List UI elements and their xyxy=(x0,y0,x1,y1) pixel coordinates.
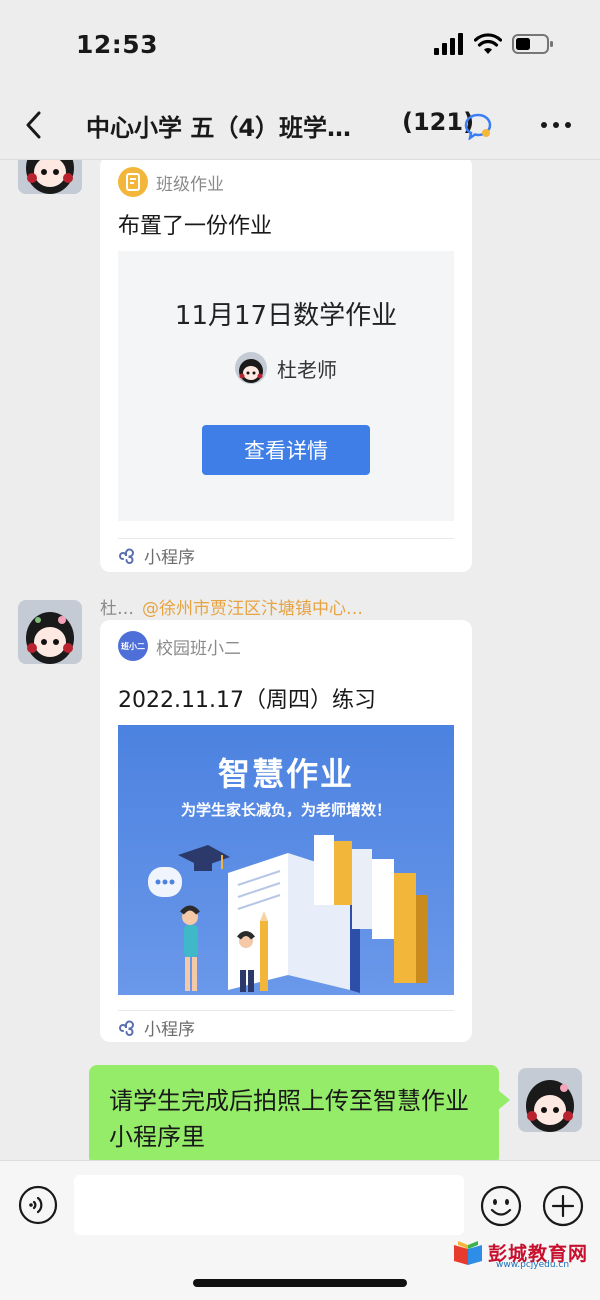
view-details-button[interactable]: 查看详情 xyxy=(202,425,370,475)
watermark-url: www.pcjyedu.cn xyxy=(496,1260,570,1270)
book-logo-icon xyxy=(454,1241,482,1265)
chat-title[interactable]: 中心小学 五（4）班学… xyxy=(86,108,376,143)
voice-icon[interactable] xyxy=(18,1185,58,1225)
teacher-avatar xyxy=(235,352,267,384)
promo-title: 智慧作业 xyxy=(217,755,354,793)
mini-program-label: 小程序 xyxy=(144,1019,195,1040)
homework-title: 11月17日数学作业 xyxy=(174,301,398,331)
card-header: 班级作业 xyxy=(118,166,224,198)
avatar-illustration xyxy=(18,160,82,194)
card-divider xyxy=(118,1010,454,1011)
homework-card[interactable]: 班级作业 布置了一份作业 11月17日数学作业 杜老师 查看详情 小程序 xyxy=(100,160,472,572)
avatar-illustration xyxy=(518,1068,582,1132)
my-message-bubble[interactable]: 请学生完成后拍照上传至智慧作业小程序里 xyxy=(89,1065,499,1160)
chat-area[interactable]: 班级作业 布置了一份作业 11月17日数学作业 杜老师 查看详情 小程序 杜… … xyxy=(0,160,600,1160)
my-message-text: 请学生完成后拍照上传至智慧作业小程序里 xyxy=(109,1087,469,1151)
home-indicator xyxy=(193,1279,407,1287)
card-footer: 小程序 xyxy=(118,540,195,570)
more-dots-icon[interactable] xyxy=(538,110,574,140)
sender-line: 杜… @徐州市贾汪区汴塘镇中心… xyxy=(100,594,363,619)
avatar-illustration xyxy=(18,600,82,664)
card-divider xyxy=(118,538,454,539)
card-footer: 小程序 xyxy=(118,1012,195,1042)
teacher-info: 杜老师 xyxy=(118,351,454,385)
avatar[interactable] xyxy=(18,600,82,664)
my-avatar[interactable] xyxy=(518,1068,582,1132)
card-source: 班级作业 xyxy=(156,174,224,195)
battery-icon xyxy=(512,34,553,54)
card-text: 2022.11.17（周四）练习 xyxy=(118,688,376,713)
chat-header: 中心小学 五（4）班学… (121) xyxy=(0,90,600,160)
homework-panel: 11月17日数学作业 杜老师 查看详情 xyxy=(118,251,454,521)
chevron-left-icon[interactable] xyxy=(18,108,50,142)
status-icons xyxy=(434,32,554,56)
wifi-icon xyxy=(474,33,502,54)
message-input[interactable] xyxy=(74,1175,464,1235)
banxiaoer-logo: 班小二 xyxy=(118,631,148,661)
card-text: 布置了一份作业 xyxy=(118,214,273,239)
mini-program-icon xyxy=(119,548,134,564)
practice-card[interactable]: 班小二 校园班小二 2022.11.17（周四）练习 智慧作业 为学生家长减负，… xyxy=(100,620,472,1042)
signal-icon xyxy=(434,33,463,55)
input-bar xyxy=(0,1160,600,1300)
promo-subtitle: 为学生家长减负，为老师增效！ xyxy=(180,801,391,819)
bubble-tail xyxy=(498,1090,510,1110)
mini-program-icon xyxy=(119,1020,134,1036)
emoji-icon[interactable] xyxy=(480,1185,522,1227)
card-source: 校园班小二 xyxy=(156,638,241,659)
homework-app-icon xyxy=(118,167,148,197)
mini-program-label: 小程序 xyxy=(144,547,195,568)
teacher-name: 杜老师 xyxy=(277,357,337,382)
plus-icon[interactable] xyxy=(542,1185,584,1227)
promo-image: 智慧作业 为学生家长减负，为老师增效！ xyxy=(118,725,454,995)
sender-mention[interactable]: @徐州市贾汪区汴塘镇中心… xyxy=(142,599,363,619)
status-time: 12:53 xyxy=(76,30,159,59)
card-header: 班小二 校园班小二 xyxy=(118,630,241,662)
sender-name: 杜… xyxy=(100,599,134,619)
chat-bubble-icon xyxy=(464,113,492,140)
status-bar: 12:53 xyxy=(0,0,600,90)
avatar[interactable] xyxy=(18,160,82,194)
promo-illustration xyxy=(148,835,428,993)
